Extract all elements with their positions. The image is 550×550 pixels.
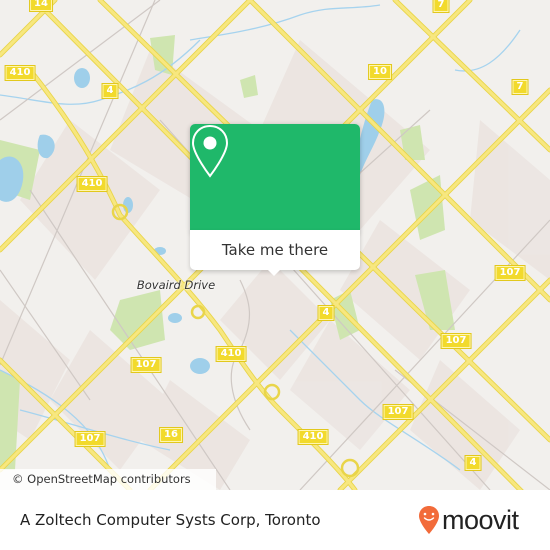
route-shield-14: 14 [29, 0, 53, 12]
route-shield-107: 107 [494, 265, 526, 281]
route-shield-107: 107 [440, 333, 472, 349]
popup-footer: Take me there [190, 230, 360, 270]
route-shield-10: 10 [368, 64, 392, 80]
route-shield-410: 410 [76, 176, 108, 192]
route-shield-107: 107 [130, 357, 162, 373]
route-shield-107: 107 [74, 431, 106, 447]
route-shield-4: 4 [464, 455, 482, 471]
popup-pointer [266, 268, 282, 276]
route-shield-7: 7 [511, 79, 529, 95]
place-title: A Zoltech Computer Systs Corp, Toronto [20, 511, 321, 529]
route-shield-107: 107 [382, 404, 414, 420]
route-shield-4: 4 [317, 305, 335, 321]
map-view[interactable]: Bovaird Drive 14 410 4 410 10 7 7 4 107 … [0, 0, 550, 490]
moovit-logo[interactable]: moovit [418, 502, 519, 538]
popup-header [190, 124, 360, 230]
location-pin-icon [191, 124, 229, 178]
map-attribution[interactable]: © OpenStreetMap contributors [0, 469, 216, 490]
route-shield-4: 4 [101, 83, 119, 99]
route-shield-410: 410 [4, 65, 36, 81]
route-shield-16: 16 [159, 427, 183, 443]
route-shield-410: 410 [215, 346, 247, 362]
route-shield-7: 7 [432, 0, 450, 13]
footer-bar: A Zoltech Computer Systs Corp, Toronto m… [0, 490, 550, 550]
place-label-bovaird-drive: Bovaird Drive [136, 278, 216, 292]
directions-popup: Take me there [190, 124, 360, 276]
moovit-pin-icon [419, 506, 439, 534]
take-me-there-button[interactable]: Take me there [190, 230, 360, 270]
moovit-wordmark: moovit [442, 504, 519, 535]
route-shield-410: 410 [297, 429, 329, 445]
